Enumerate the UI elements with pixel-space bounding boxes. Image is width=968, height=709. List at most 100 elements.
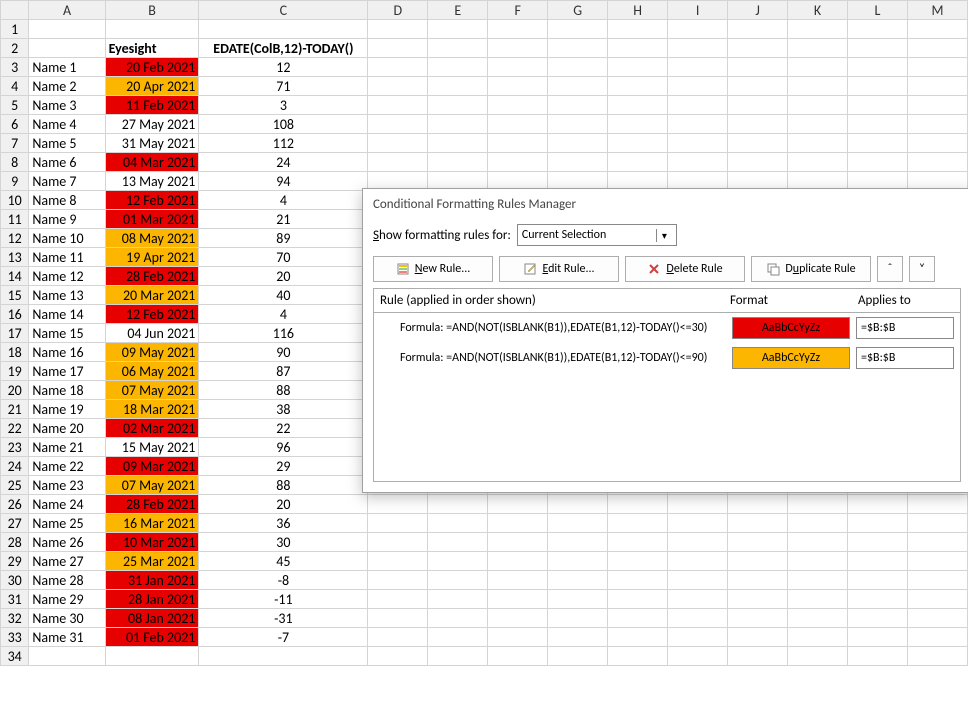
cell[interactable]: -8 <box>199 571 368 590</box>
cell[interactable] <box>668 514 728 533</box>
row-header[interactable]: 20 <box>1 381 29 400</box>
edit-rule-button[interactable]: Edit Rule... <box>499 256 619 282</box>
cell[interactable] <box>907 115 967 134</box>
cell[interactable] <box>428 590 488 609</box>
column-header-H[interactable]: H <box>608 1 668 20</box>
cell[interactable] <box>488 533 548 552</box>
rule-applies-to[interactable]: =$B:$B <box>856 347 954 369</box>
row-header[interactable]: 3 <box>1 58 29 77</box>
cell[interactable]: 04 Mar 2021 <box>105 153 199 172</box>
cell[interactable] <box>368 514 428 533</box>
cell[interactable] <box>728 514 788 533</box>
cell[interactable] <box>668 134 728 153</box>
cell[interactable] <box>728 590 788 609</box>
cell[interactable]: -31 <box>199 609 368 628</box>
cell[interactable] <box>368 552 428 571</box>
row-header[interactable]: 6 <box>1 115 29 134</box>
cell[interactable] <box>788 628 848 647</box>
cell[interactable] <box>668 77 728 96</box>
cell[interactable] <box>368 115 428 134</box>
cell[interactable]: Name 26 <box>29 533 105 552</box>
cell[interactable] <box>668 647 728 666</box>
cell[interactable]: 22 <box>199 419 368 438</box>
row-header[interactable]: 21 <box>1 400 29 419</box>
column-header-D[interactable]: D <box>368 1 428 20</box>
cell[interactable] <box>907 134 967 153</box>
cell[interactable] <box>428 609 488 628</box>
cell[interactable] <box>368 39 428 58</box>
cell[interactable] <box>788 533 848 552</box>
row-header[interactable]: 11 <box>1 210 29 229</box>
cell[interactable] <box>488 552 548 571</box>
cell[interactable]: 10 Mar 2021 <box>105 533 199 552</box>
cell[interactable]: Name 20 <box>29 419 105 438</box>
cell[interactable] <box>907 77 967 96</box>
cell[interactable] <box>29 20 105 39</box>
cell[interactable]: 3 <box>199 96 368 115</box>
cell[interactable]: 94 <box>199 172 368 191</box>
cell[interactable] <box>608 20 668 39</box>
cell[interactable]: EDATE(ColB,12)-TODAY() <box>199 39 368 58</box>
cell[interactable]: Name 22 <box>29 457 105 476</box>
cell[interactable]: 01 Mar 2021 <box>105 210 199 229</box>
column-header-K[interactable]: K <box>788 1 848 20</box>
cell[interactable] <box>548 96 608 115</box>
cell[interactable] <box>548 647 608 666</box>
cell[interactable] <box>848 20 908 39</box>
cell[interactable]: Name 11 <box>29 248 105 267</box>
cell[interactable] <box>428 514 488 533</box>
cell[interactable] <box>428 115 488 134</box>
cell[interactable] <box>788 514 848 533</box>
cell[interactable]: 28 Jan 2021 <box>105 590 199 609</box>
cell[interactable]: 112 <box>199 134 368 153</box>
cell[interactable] <box>428 58 488 77</box>
row-header[interactable]: 28 <box>1 533 29 552</box>
cell[interactable]: 70 <box>199 248 368 267</box>
cell[interactable] <box>728 20 788 39</box>
cell[interactable]: Name 29 <box>29 590 105 609</box>
duplicate-rule-button[interactable]: Duplicate Rule <box>751 256 871 282</box>
row-header[interactable]: 2 <box>1 39 29 58</box>
cell[interactable] <box>728 628 788 647</box>
cell[interactable] <box>788 609 848 628</box>
cell[interactable] <box>428 134 488 153</box>
row-header[interactable]: 15 <box>1 286 29 305</box>
cell[interactable] <box>548 495 608 514</box>
cell[interactable] <box>668 590 728 609</box>
cell[interactable]: 12 <box>199 58 368 77</box>
cell[interactable] <box>608 58 668 77</box>
row-header[interactable]: 19 <box>1 362 29 381</box>
column-header-E[interactable]: E <box>428 1 488 20</box>
row-header[interactable]: 33 <box>1 628 29 647</box>
cell[interactable] <box>848 590 908 609</box>
cell[interactable]: Name 6 <box>29 153 105 172</box>
cell[interactable] <box>368 58 428 77</box>
cell[interactable] <box>368 134 428 153</box>
cell[interactable] <box>368 609 428 628</box>
cell[interactable] <box>368 153 428 172</box>
cell[interactable] <box>608 134 668 153</box>
cell[interactable]: 07 May 2021 <box>105 476 199 495</box>
cell[interactable]: Name 3 <box>29 96 105 115</box>
cell[interactable] <box>907 533 967 552</box>
cell[interactable] <box>488 628 548 647</box>
rules-list[interactable]: Formula: =AND(NOT(ISBLANK(B1)),EDATE(B1,… <box>373 312 961 482</box>
cell[interactable] <box>488 39 548 58</box>
cell[interactable] <box>29 39 105 58</box>
cell[interactable] <box>608 590 668 609</box>
cell[interactable] <box>907 647 967 666</box>
cell[interactable]: 04 Jun 2021 <box>105 324 199 343</box>
cell[interactable]: 06 May 2021 <box>105 362 199 381</box>
cell[interactable] <box>105 20 199 39</box>
rule-row[interactable]: Formula: =AND(NOT(ISBLANK(B1)),EDATE(B1,… <box>374 343 960 373</box>
cell[interactable] <box>428 153 488 172</box>
cell[interactable] <box>488 153 548 172</box>
cell[interactable]: 18 Mar 2021 <box>105 400 199 419</box>
cell[interactable]: 4 <box>199 305 368 324</box>
rule-row[interactable]: Formula: =AND(NOT(ISBLANK(B1)),EDATE(B1,… <box>374 313 960 343</box>
cell[interactable] <box>668 552 728 571</box>
cell[interactable] <box>428 533 488 552</box>
cell[interactable] <box>608 514 668 533</box>
cell[interactable]: Name 12 <box>29 267 105 286</box>
cell[interactable] <box>548 39 608 58</box>
